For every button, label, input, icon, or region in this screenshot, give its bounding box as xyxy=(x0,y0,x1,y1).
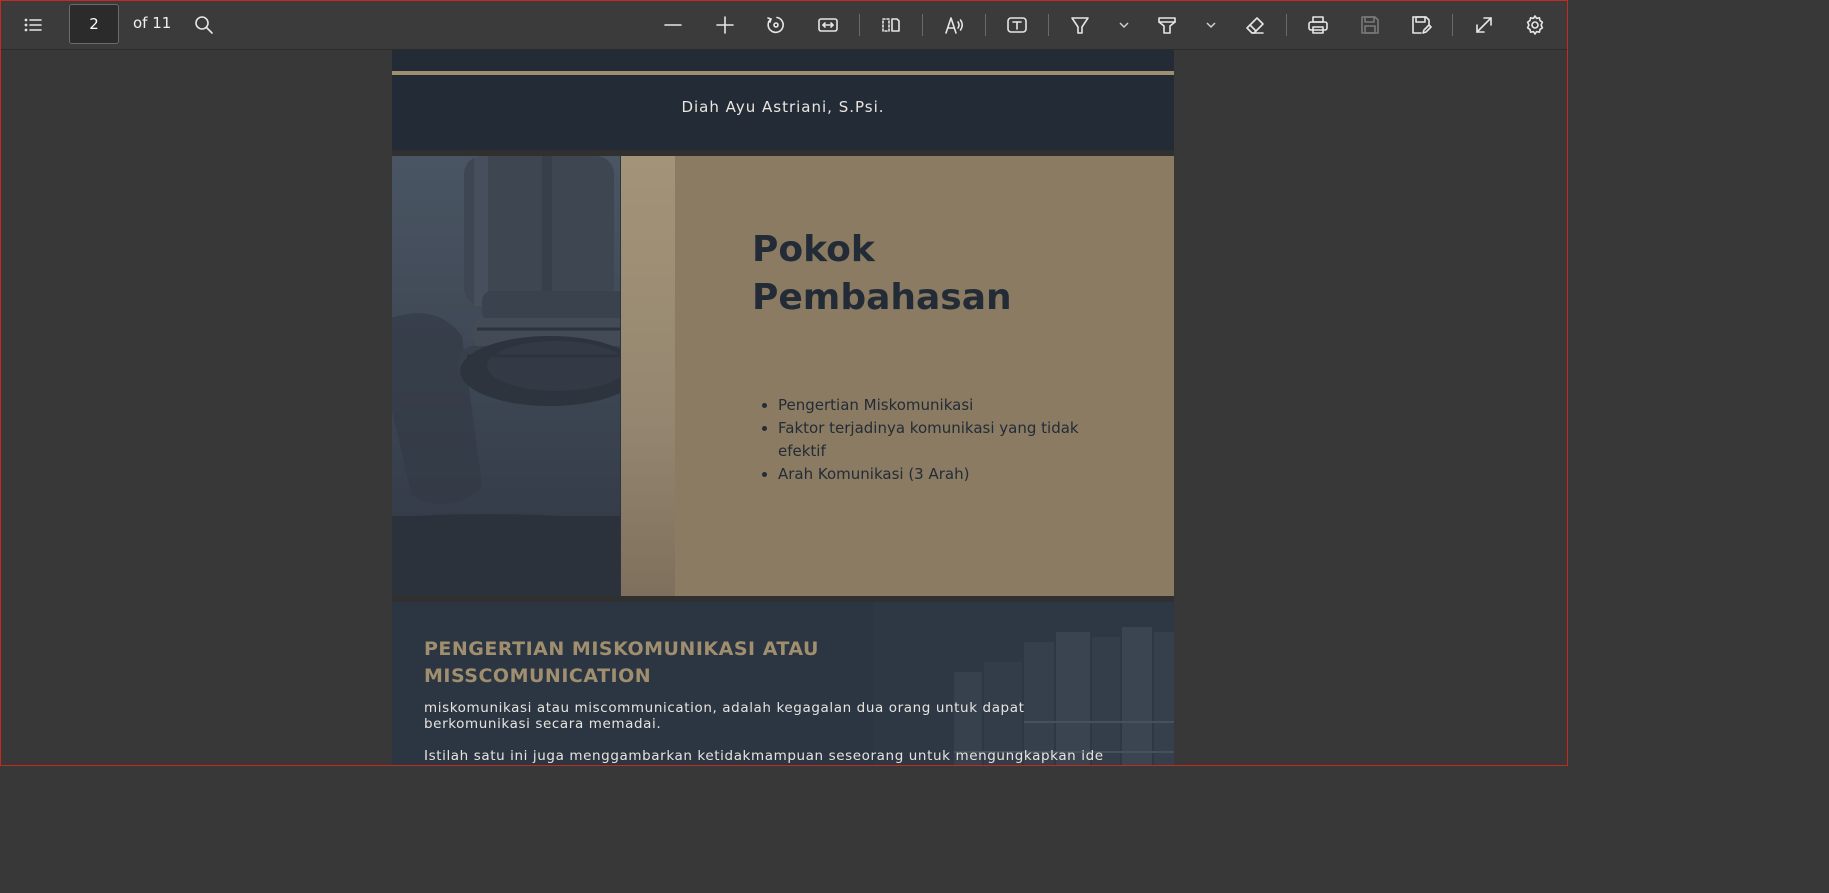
toolbar-divider xyxy=(1452,14,1453,36)
slide-title: Pokok Pembahasan xyxy=(752,229,1012,318)
save-icon xyxy=(1353,8,1387,42)
zoom-in-icon[interactable] xyxy=(708,8,742,42)
author-name: Diah Ayu Astriani, S.Psi. xyxy=(681,98,885,116)
two-page-view-icon[interactable] xyxy=(874,8,908,42)
toolbar-divider xyxy=(985,14,986,36)
definition-paragraph: miskomunikasi atau miscommunication, ada… xyxy=(424,700,1025,732)
text-box-icon[interactable] xyxy=(1000,8,1034,42)
toolbar-divider xyxy=(922,14,923,36)
erase-icon[interactable] xyxy=(1238,8,1272,42)
bookshelf-photo xyxy=(874,602,1174,766)
draw-options-chevron-down-icon[interactable] xyxy=(1114,14,1134,36)
section-heading: PENGERTIAN MISKOMUNIKASI ATAU MISSCOMUNI… xyxy=(424,638,819,687)
topic-item: Arah Komunikasi (3 Arah) xyxy=(778,463,1098,486)
toolbar-divider xyxy=(1048,14,1049,36)
slide-pengertian: PENGERTIAN MISKOMUNIKASI ATAU MISSCOMUNI… xyxy=(392,602,1174,766)
highlight-icon[interactable] xyxy=(1150,8,1184,42)
page-count-label: of 11 xyxy=(133,14,172,32)
save-as-icon[interactable] xyxy=(1404,8,1438,42)
highlight-options-chevron-down-icon[interactable] xyxy=(1201,14,1221,36)
fullscreen-icon[interactable] xyxy=(1467,8,1501,42)
contents-icon[interactable] xyxy=(16,8,50,42)
rotate-icon[interactable] xyxy=(759,8,793,42)
fit-width-icon[interactable] xyxy=(811,8,845,42)
decorative-strip xyxy=(621,156,675,596)
topic-item: Pengertian Miskomunikasi xyxy=(778,394,1098,417)
read-aloud-icon[interactable] xyxy=(937,8,971,42)
toolbar-divider xyxy=(859,14,860,36)
document-viewport[interactable]: Diah Ayu Astriani, S.Psi. Pokok Pembahas… xyxy=(392,50,1174,766)
gavel-photo xyxy=(392,156,621,596)
slide-title-page: Diah Ayu Astriani, S.Psi. xyxy=(392,50,1174,150)
pdf-toolbar: 2 of 11 xyxy=(0,0,1568,50)
topic-list: Pengertian Miskomunikasi Faktor terjadin… xyxy=(762,394,1098,486)
slide-pokok-pembahasan: Pokok Pembahasan Pengertian Miskomunikas… xyxy=(392,156,1174,596)
print-icon[interactable] xyxy=(1301,8,1335,42)
page-number-input[interactable]: 2 xyxy=(69,4,119,44)
search-icon[interactable] xyxy=(187,8,221,42)
draw-icon[interactable] xyxy=(1063,8,1097,42)
toolbar-divider xyxy=(1286,14,1287,36)
zoom-out-icon[interactable] xyxy=(656,8,690,42)
description-paragraph: Istilah satu ini juga menggambarkan keti… xyxy=(424,748,1104,764)
topic-item: Faktor terjadinya komunikasi yang tidak … xyxy=(778,417,1098,463)
settings-icon[interactable] xyxy=(1518,8,1552,42)
gold-divider xyxy=(392,71,1174,75)
